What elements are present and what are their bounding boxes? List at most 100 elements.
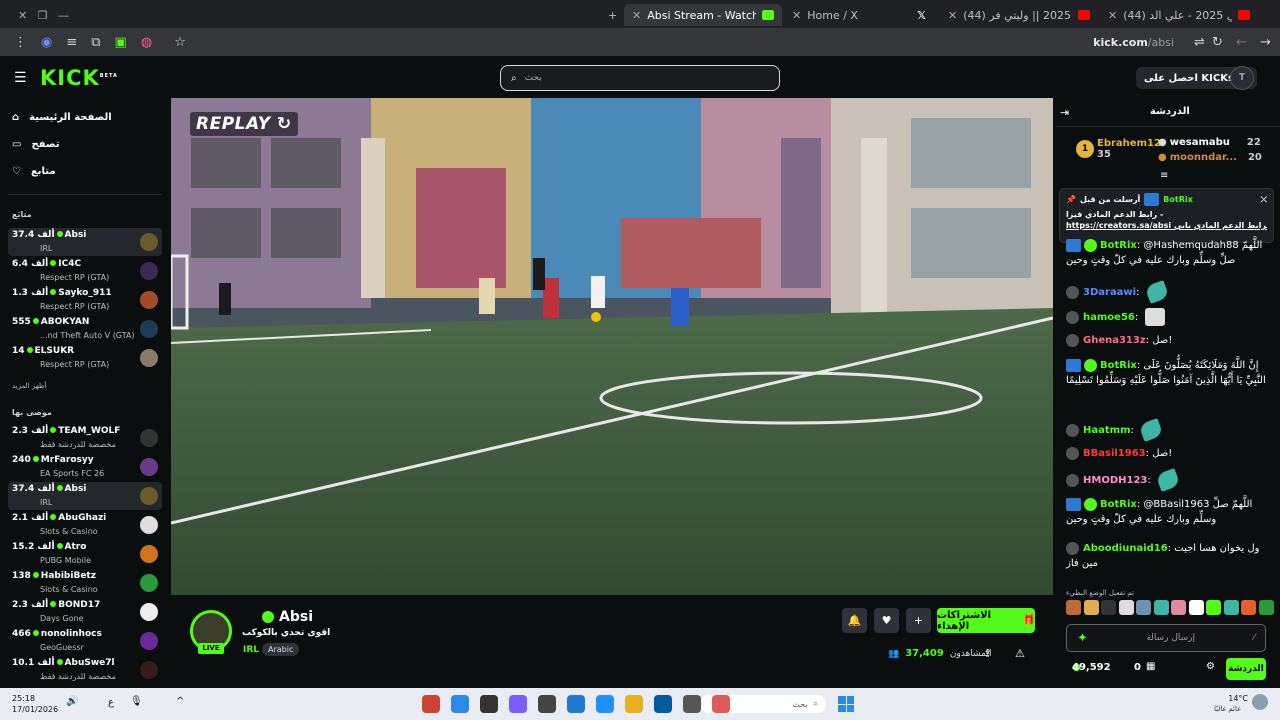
- nav-browse[interactable]: ▭ تصفح: [12, 139, 59, 150]
- extension-icon[interactable]: ◉: [41, 35, 52, 50]
- chat-message[interactable]: 3Daraawi:: [1066, 280, 1271, 304]
- search-input[interactable]: ⌕ بحث: [500, 65, 780, 91]
- nav-following[interactable]: ♡ متابع: [12, 166, 56, 177]
- nav-home[interactable]: ⌂ الصفحة الرئيسية: [12, 112, 112, 123]
- bookmark-star-icon[interactable]: ☆: [174, 35, 186, 50]
- recommended-channel[interactable]: 240 MrFarosyy EA Sports FC 26: [8, 453, 162, 481]
- user-avatar[interactable]: T: [1230, 66, 1254, 90]
- notification-bell-button[interactable]: 🔔: [842, 608, 867, 633]
- site-settings-icon[interactable]: ⇌: [1194, 35, 1205, 50]
- kick-logo[interactable]: KICKBETA: [40, 66, 118, 90]
- reload-icon[interactable]: ↻: [1212, 35, 1223, 50]
- chat-username[interactable]: BotRix: [1100, 360, 1137, 371]
- following-channel[interactable]: 1.3 ألف Sayko_911 Respect RP (GTA): [8, 286, 162, 314]
- chat-message[interactable]: BotRix: @Hashemqudah88 اللَّهمّ صلِّ وسل…: [1066, 238, 1271, 268]
- volume-icon[interactable]: 🔊: [66, 696, 78, 707]
- store-icon[interactable]: ▦: [1146, 661, 1155, 672]
- quick-emote-icon[interactable]: [1083, 600, 1099, 615]
- language-tag[interactable]: Arabic: [262, 643, 300, 656]
- clock-date[interactable]: 17/01/2026: [12, 705, 58, 714]
- taskbar-app-icon[interactable]: [451, 695, 469, 713]
- taskbar-app-icon[interactable]: [480, 695, 498, 713]
- clock-time[interactable]: 25:18: [12, 694, 35, 703]
- taskbar-app-icon[interactable]: [654, 695, 672, 713]
- hamburger-menu-icon[interactable]: ☰: [14, 70, 27, 86]
- quick-emote-icon[interactable]: [1223, 600, 1239, 615]
- chat-settings-gear-icon[interactable]: ⚙: [1206, 661, 1215, 672]
- chat-username[interactable]: Ghena313z: [1083, 335, 1146, 346]
- pinned-message[interactable]: 📌 أرسلت من قبل BotRix ⤫ رابط الدعم الماد…: [1059, 188, 1274, 243]
- leaderboard-first[interactable]: 1 Ebrahem12 35: [1076, 138, 1161, 160]
- taskbar-app-icon[interactable]: [683, 695, 701, 713]
- chat-username[interactable]: Aboodiunaid16: [1083, 543, 1168, 554]
- weather-temp[interactable]: 14°C: [1228, 694, 1248, 703]
- following-channel[interactable]: 37.4 ألف Absi IRL: [8, 228, 162, 256]
- recommended-channel[interactable]: 2.3 ألف TEAM_WOLF مخصصة للدردشة فقط: [8, 424, 162, 452]
- chat-username[interactable]: HMODH123: [1083, 475, 1147, 486]
- quick-emote-icon[interactable]: [1258, 600, 1274, 615]
- close-tab-icon[interactable]: ✕: [948, 9, 957, 22]
- quick-emote-icon[interactable]: [1066, 600, 1081, 615]
- chat-message[interactable]: BotRix: @BBasil1963 اللَّهمّ صلِّ وسلِّم…: [1066, 497, 1271, 527]
- following-channel[interactable]: 555 ABOKYAN ...nd Theft Auto V (GTA): [8, 315, 162, 343]
- chat-username[interactable]: BotRix: [1100, 499, 1137, 510]
- address-bar[interactable]: kick.com/absi: [1093, 36, 1174, 49]
- tab-libyan-songs[interactable]: ✕ (44) اغاني ليبية 2025 || وليتي فر...: [940, 4, 1098, 26]
- recommended-channel[interactable]: 37.4 ألف Absi IRL: [8, 482, 162, 510]
- extension-icon[interactable]: ▣: [115, 35, 127, 50]
- chat-message[interactable]: Haatmm:: [1066, 418, 1271, 442]
- add-button[interactable]: +: [906, 608, 931, 633]
- tab-kick[interactable]: ✕ Absi Stream - Watch Live on Kick: [624, 4, 782, 26]
- microphone-icon[interactable]: 🎙: [130, 696, 143, 707]
- recommended-channel[interactable]: 10.1 ألف AbuSwe7l مخصصة للدردشة فقط: [8, 656, 162, 684]
- chat-message[interactable]: BBasil1963: صل!: [1066, 446, 1271, 461]
- quick-emote-icon[interactable]: [1118, 600, 1134, 615]
- quick-emote-icon[interactable]: [1188, 600, 1204, 615]
- taskbar-app-icon[interactable]: [538, 695, 556, 713]
- extension-icon[interactable]: ◍: [141, 35, 152, 50]
- quick-emote-icon[interactable]: [1241, 600, 1256, 615]
- chat-username[interactable]: hamoe56: [1083, 312, 1135, 323]
- quick-emote-icon[interactable]: [1101, 600, 1116, 615]
- share-icon[interactable]: ⇪: [983, 647, 992, 660]
- kicks-balance[interactable]: 0: [1134, 662, 1141, 673]
- quick-emote-icon[interactable]: [1171, 600, 1186, 615]
- unpin-icon[interactable]: ⤫: [1261, 195, 1267, 205]
- tab-x[interactable]: ✕ Home / X 𝕏: [784, 4, 934, 26]
- quick-emote-icon[interactable]: [1153, 600, 1169, 615]
- taskbar-app-icon[interactable]: [422, 695, 440, 713]
- stream-category[interactable]: IRL: [243, 645, 259, 655]
- new-tab-button[interactable]: +: [600, 4, 618, 26]
- recommended-channel[interactable]: 2.3 ألف BOND17 Days Gone: [8, 598, 162, 626]
- quick-emote-icon[interactable]: [1206, 600, 1221, 615]
- menu-dots-icon[interactable]: ⋮: [14, 35, 27, 50]
- close-tab-icon[interactable]: ✕: [632, 9, 641, 22]
- report-icon[interactable]: ⚠: [1015, 647, 1025, 660]
- taskbar-app-icon[interactable]: [567, 695, 585, 713]
- chat-username[interactable]: BotRix: [1100, 240, 1137, 251]
- chat-message[interactable]: Aboodiunaid16: ول يخوان هسا اجيت مين فاز: [1066, 541, 1271, 571]
- chat-message[interactable]: HMODH123:: [1066, 468, 1271, 492]
- taskbar-app-icon[interactable]: [596, 695, 614, 713]
- chat-message[interactable]: Ghena313z: صل!: [1066, 333, 1271, 348]
- streamer-name[interactable]: Absi: [262, 609, 313, 625]
- channel-points[interactable]: 49,592: [1072, 662, 1111, 673]
- back-icon[interactable]: ←: [1236, 35, 1247, 50]
- chat-input[interactable]: ✦ إرسال رسالة ⁄: [1066, 624, 1266, 652]
- window-controls[interactable]: ✕ ❐ —: [10, 4, 90, 26]
- leaderboard-second[interactable]: ● wesamabu 22: [1158, 137, 1261, 148]
- taskbar-app-icon[interactable]: [712, 695, 730, 713]
- tray-chevron-icon[interactable]: ^: [176, 696, 184, 707]
- weather-icon[interactable]: [1252, 694, 1268, 710]
- video-player[interactable]: [171, 98, 1053, 595]
- following-channel[interactable]: 6.4 ألف IC4C Respect RP (GTA): [8, 257, 162, 285]
- extension-icon[interactable]: ≡: [66, 35, 77, 50]
- close-tab-icon[interactable]: ✕: [792, 9, 801, 22]
- gift-subs-button[interactable]: الاشتراكات الإهداء 🎁: [937, 608, 1035, 633]
- windows-start-icon[interactable]: [838, 696, 854, 712]
- chat-username[interactable]: Haatmm: [1083, 425, 1131, 436]
- recommended-channel[interactable]: 466 nonolinhocs GeoGuessr: [8, 627, 162, 655]
- emote-picker-icon[interactable]: ✦: [1077, 631, 1088, 646]
- chat-message[interactable]: BotRix: إِنَّ اللَّهَ وَمَلَائِكَتَهُ يُ…: [1066, 358, 1271, 388]
- tab-iraqi-songs[interactable]: ✕ (44) اغاني عراقي 2025 - علي الد...: [1100, 4, 1258, 26]
